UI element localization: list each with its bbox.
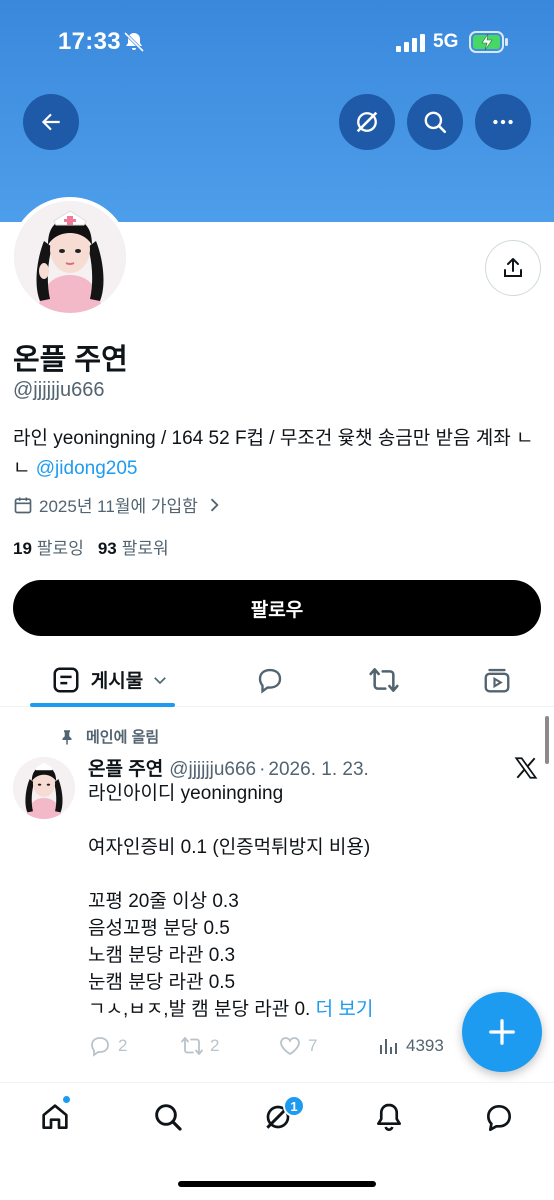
followers-count: 93 bbox=[97, 539, 117, 558]
reply-icon bbox=[91, 1037, 109, 1057]
status-bar: 17:33 5G bbox=[0, 0, 554, 84]
repost-icon bbox=[369, 667, 399, 692]
search-button[interactable] bbox=[407, 94, 463, 150]
profile-avatar[interactable] bbox=[10, 197, 130, 317]
search-icon bbox=[155, 1104, 182, 1131]
pinned-indicator: 메인에 올림 bbox=[58, 726, 159, 747]
views-button[interactable]: 4393 bbox=[376, 1034, 444, 1058]
tab-posts-label: 게시물 bbox=[90, 671, 144, 692]
posts-icon bbox=[53, 667, 79, 692]
search-icon bbox=[424, 111, 447, 134]
home-unread-dot bbox=[62, 1095, 71, 1104]
network-type: 5G bbox=[433, 31, 459, 52]
profile-tabs: 게시물 bbox=[0, 652, 554, 707]
back-button[interactable] bbox=[23, 94, 79, 150]
nav-search[interactable] bbox=[143, 1097, 193, 1137]
post-line: 라인아이디 yeoningning bbox=[88, 783, 284, 804]
post-actions: 2 2 7 4393 bbox=[88, 1034, 468, 1064]
like-icon bbox=[280, 1037, 300, 1056]
post-last-line: ㄱㅅ,ㅂㅈ,발 캠 분당 라관 0. 더 보기 bbox=[88, 996, 488, 1023]
repost-button[interactable]: 2 bbox=[180, 1034, 219, 1058]
reply-count: 2 bbox=[118, 1036, 128, 1055]
like-count: 7 bbox=[308, 1036, 318, 1055]
post-body[interactable]: 라인아이디 yeoningning 여자인증비 0.1 (인증먹튀방지 비용) … bbox=[88, 780, 488, 1023]
profile-bio: 라인 yeoningning / 164 52 F컵 / 무조건 윷챗 송금만 … bbox=[13, 424, 538, 484]
show-more-link[interactable]: 더 보기 bbox=[316, 999, 374, 1020]
reply-bubble-icon bbox=[258, 668, 282, 694]
chevron-right-icon bbox=[210, 498, 219, 511]
nav-notifications[interactable] bbox=[364, 1097, 414, 1137]
post-date[interactable]: 2026. 1. 23. bbox=[268, 759, 368, 780]
post-line: ㄱㅅ,ㅂㅈ,발 캠 분당 라관 0. bbox=[88, 999, 311, 1020]
profile-handle: @jjjjjju666 bbox=[13, 379, 105, 401]
avatar-photo bbox=[13, 757, 75, 819]
notifications-icon bbox=[377, 1103, 401, 1132]
home-indicator bbox=[178, 1181, 376, 1187]
compose-plus-icon bbox=[489, 1019, 515, 1045]
nav-messages[interactable] bbox=[474, 1097, 524, 1137]
calendar-icon bbox=[14, 497, 32, 513]
tab-posts[interactable]: 게시물 bbox=[30, 652, 190, 707]
post-author-name[interactable]: 온플 주연 bbox=[88, 759, 163, 780]
x-logo-icon bbox=[514, 757, 538, 779]
joined-date[interactable]: 2025년 11월에 가입함 bbox=[13, 492, 230, 517]
avatar-photo bbox=[14, 201, 126, 313]
joined-label: 2025년 11월에 가입함 bbox=[39, 497, 198, 516]
tab-reposts[interactable] bbox=[354, 652, 414, 707]
following-link[interactable]: 19 팔로잉 bbox=[13, 539, 84, 558]
active-tab-indicator bbox=[30, 703, 175, 707]
followers-link[interactable]: 93 팔로워 bbox=[98, 539, 169, 558]
battery-charging-icon bbox=[469, 31, 508, 53]
status-time: 17:33 bbox=[58, 28, 121, 55]
view-count: 4393 bbox=[406, 1036, 444, 1055]
grok-badge: 1 bbox=[283, 1095, 305, 1117]
bio-mention-link[interactable]: @jidong205 bbox=[36, 458, 138, 479]
post-line: 여자인증비 0.1 (인증먹튀방지 비용) bbox=[88, 837, 371, 858]
like-button[interactable]: 7 bbox=[278, 1034, 317, 1058]
grok-button[interactable] bbox=[339, 94, 395, 150]
messages-icon bbox=[487, 1105, 511, 1131]
repost-icon bbox=[181, 1037, 203, 1055]
sync-icon bbox=[356, 111, 378, 133]
bell-muted-icon bbox=[123, 31, 145, 53]
post-header: 온플 주연 @jjjjjju666 · 2026. 1. 23. bbox=[88, 754, 369, 781]
back-arrow-icon bbox=[41, 113, 60, 131]
post-separator: · bbox=[259, 759, 266, 780]
media-icon bbox=[484, 668, 510, 692]
compose-button[interactable] bbox=[462, 992, 542, 1072]
pinned-label: 메인에 올림 bbox=[86, 729, 160, 746]
follow-counts: 19 팔로잉 93 팔로워 bbox=[13, 534, 169, 559]
post-author-handle[interactable]: @jjjjjju666 bbox=[169, 759, 256, 780]
tab-media[interactable] bbox=[467, 652, 527, 707]
more-button[interactable] bbox=[475, 94, 531, 150]
reply-button[interactable]: 2 bbox=[88, 1034, 127, 1058]
share-icon bbox=[504, 258, 522, 277]
repost-count: 2 bbox=[210, 1036, 220, 1055]
scrollbar[interactable] bbox=[545, 716, 549, 764]
home-icon bbox=[42, 1104, 68, 1129]
more-icon bbox=[493, 119, 513, 125]
post-line: 눈캠 분당 라관 0.5 bbox=[88, 972, 236, 993]
follow-button[interactable]: 팔로우 bbox=[13, 580, 541, 636]
nav-home[interactable] bbox=[30, 1097, 80, 1137]
post-author-avatar[interactable] bbox=[13, 757, 75, 819]
signal-icon bbox=[396, 34, 425, 52]
tab-replies[interactable] bbox=[240, 652, 300, 707]
display-name: 온플 주연 bbox=[13, 344, 128, 376]
share-button[interactable] bbox=[485, 240, 541, 296]
pin-icon bbox=[62, 729, 72, 744]
post-line: 꼬평 20줄 이상 0.3 bbox=[88, 891, 239, 912]
followers-label: 팔로워 bbox=[121, 539, 169, 558]
post-line: 노캠 분당 라관 0.3 bbox=[88, 945, 236, 966]
views-icon bbox=[380, 1039, 397, 1054]
post-line: 음성꼬평 분당 0.5 bbox=[88, 918, 230, 939]
following-label: 팔로잉 bbox=[36, 539, 84, 558]
chevron-down-icon bbox=[154, 676, 167, 684]
following-count: 19 bbox=[13, 539, 32, 558]
